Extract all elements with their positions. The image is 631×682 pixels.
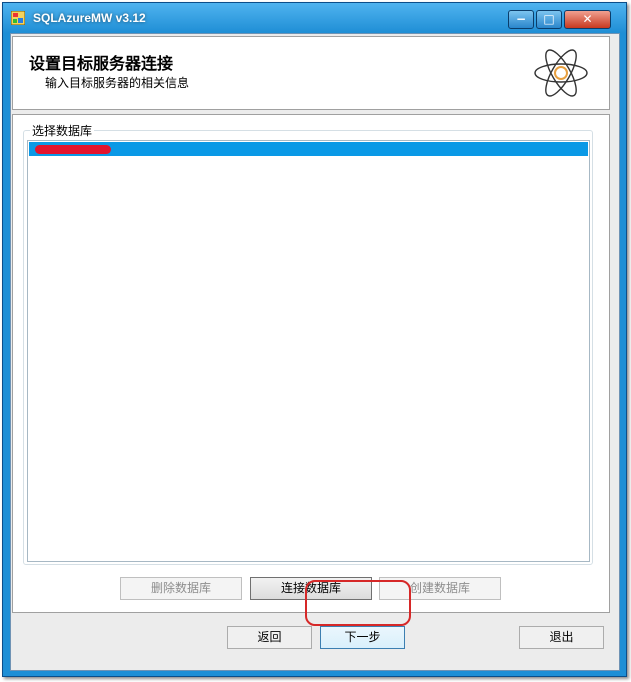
- content-panel: 选择数据库 删除数据库 连接数据库 创建数据库: [12, 114, 610, 613]
- page-title: 设置目标服务器连接: [29, 54, 174, 73]
- delete-database-button[interactable]: 删除数据库: [120, 577, 242, 600]
- redaction-mark: [35, 145, 111, 154]
- client-area: 设置目标服务器连接 输入目标服务器的相关信息 选择数据库 删除数据库 连接数据库…: [10, 33, 620, 671]
- database-list[interactable]: [27, 140, 590, 562]
- group-label: 选择数据库: [30, 122, 95, 139]
- annotation-ring: [305, 580, 411, 626]
- minimize-button[interactable]: −: [508, 10, 534, 29]
- app-window: SQLAzureMW v3.12 − □ ✕ 设置目标服务器连接 输入目标服务器…: [2, 2, 627, 677]
- next-button[interactable]: 下一步: [320, 626, 405, 649]
- window-title: SQLAzureMW v3.12: [33, 11, 146, 25]
- maximize-button[interactable]: □: [536, 10, 562, 29]
- list-item[interactable]: [29, 142, 588, 156]
- wizard-header: 设置目标服务器连接 输入目标服务器的相关信息: [12, 36, 610, 110]
- exit-button[interactable]: 退出: [519, 626, 604, 649]
- page-subtitle: 输入目标服务器的相关信息: [45, 76, 190, 90]
- atom-icon: [534, 49, 588, 97]
- database-groupbox: 选择数据库: [23, 122, 593, 565]
- close-button[interactable]: ✕: [564, 10, 611, 29]
- back-button[interactable]: 返回: [227, 626, 312, 649]
- app-icon: [11, 11, 25, 25]
- title-bar[interactable]: SQLAzureMW v3.12 − □ ✕: [3, 3, 626, 33]
